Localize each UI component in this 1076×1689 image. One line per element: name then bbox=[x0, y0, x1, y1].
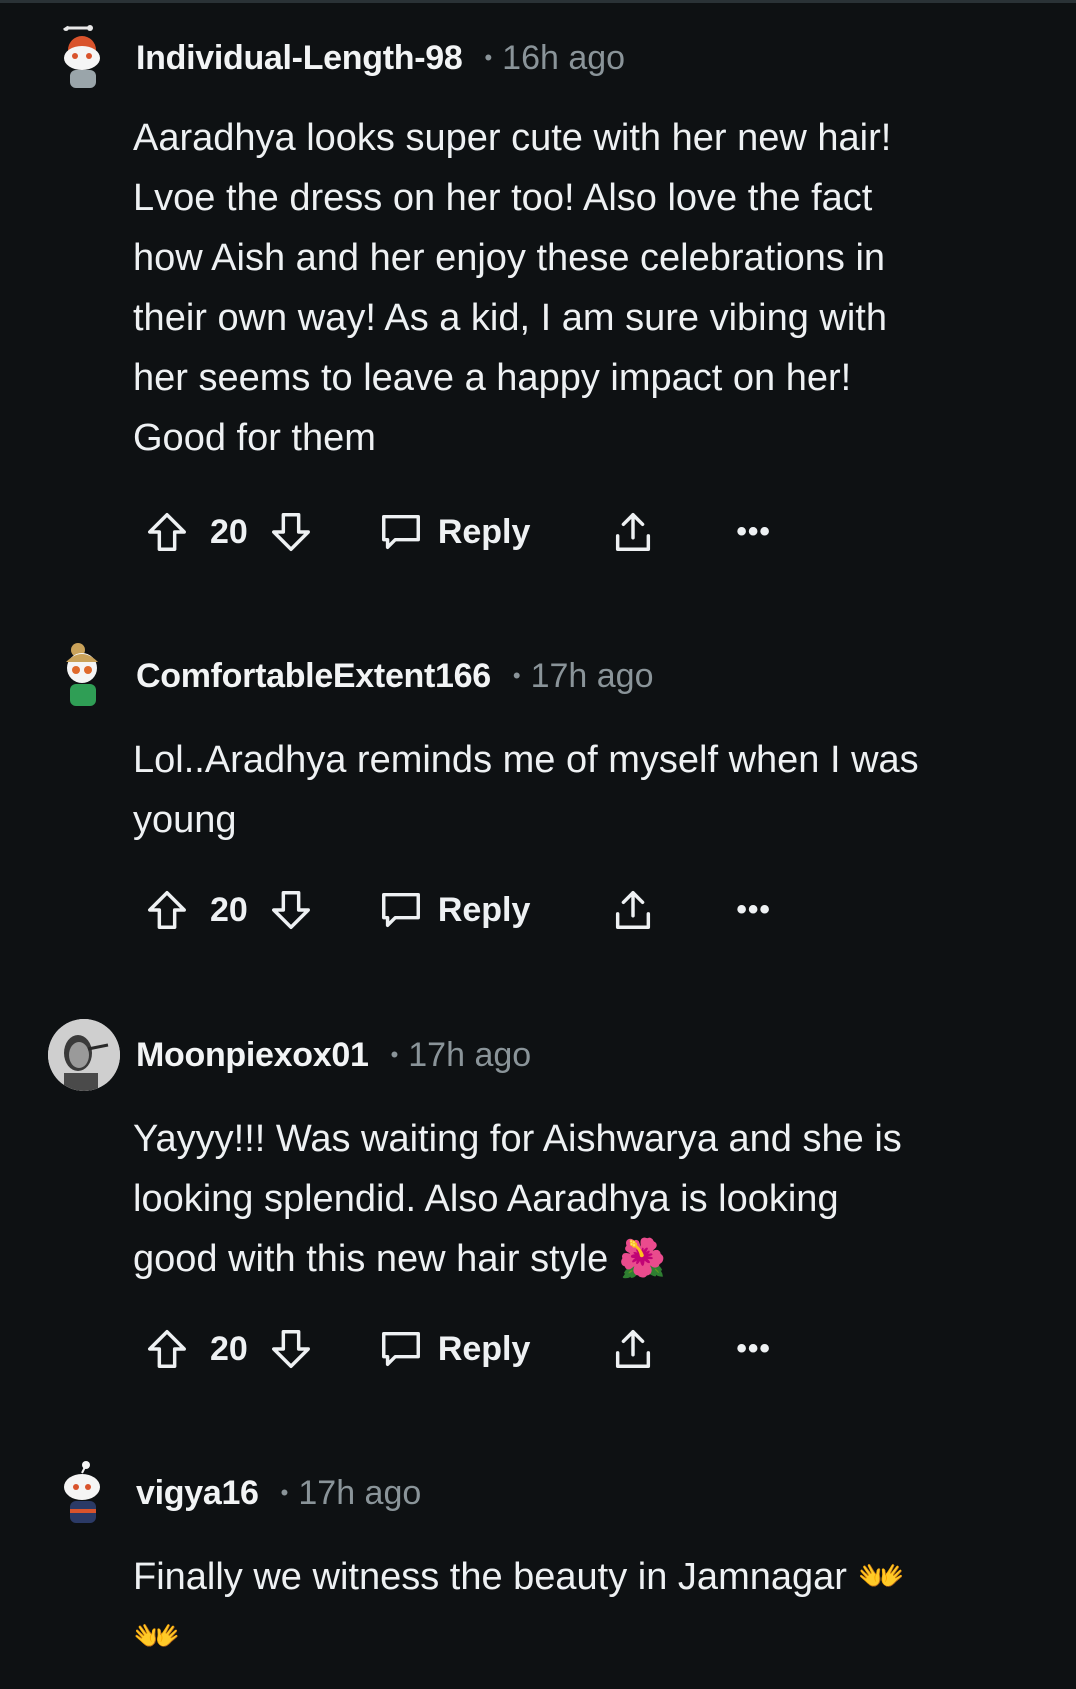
comment-header: Individual-Length-98 • 16h ago bbox=[48, 20, 625, 96]
comment-line: young bbox=[133, 799, 237, 841]
more-options-button[interactable]: ••• bbox=[736, 893, 771, 927]
comment-header: Moonpiexox01 • 17h ago bbox=[48, 1017, 531, 1093]
comment-actions: 20 Reply ••• bbox=[144, 880, 771, 940]
comment-line: looking splendid. Also Aaradhya is looki… bbox=[133, 1178, 839, 1220]
avatar[interactable] bbox=[48, 640, 120, 712]
reply-label: Reply bbox=[437, 512, 531, 551]
comment-line: her seems to leave a happy impact on her… bbox=[133, 357, 852, 399]
share-icon[interactable] bbox=[610, 509, 656, 555]
comment-line: Lvoe the dress on her too! Also love the… bbox=[133, 177, 873, 219]
reply-button[interactable]: Reply bbox=[378, 509, 531, 555]
comment-body: Aaradhya looks super cute with her new h… bbox=[133, 108, 1033, 468]
comment-body: Yayyy!!! Was waiting for Aishwarya and s… bbox=[133, 1109, 1033, 1289]
vote-score: 20 bbox=[210, 512, 248, 551]
reply-label: Reply bbox=[437, 890, 531, 929]
timestamp: 17h ago bbox=[298, 1473, 422, 1512]
comment-line: Finally we witness the beauty in Jamnaga… bbox=[133, 1556, 905, 1598]
top-divider bbox=[0, 0, 1076, 3]
downvote-icon[interactable] bbox=[268, 1326, 314, 1372]
separator-dot: • bbox=[280, 1480, 289, 1505]
upvote-icon[interactable] bbox=[144, 1326, 190, 1372]
vote-score: 20 bbox=[210, 890, 248, 929]
vote-score: 20 bbox=[210, 1329, 248, 1368]
username[interactable]: ComfortableExtent166 bbox=[136, 657, 491, 696]
reply-label: Reply bbox=[437, 1329, 531, 1368]
share-icon[interactable] bbox=[610, 887, 656, 933]
reply-button[interactable]: Reply bbox=[378, 887, 531, 933]
comment-line: Good for them bbox=[133, 417, 376, 459]
comment-body: Finally we witness the beauty in Jamnaga… bbox=[133, 1547, 1033, 1667]
downvote-icon[interactable] bbox=[268, 509, 314, 555]
comment-actions: 20 Reply ••• bbox=[144, 502, 771, 562]
comment-line: Aaradhya looks super cute with her new h… bbox=[133, 117, 892, 159]
comment-header: vigya16 • 17h ago bbox=[48, 1455, 421, 1531]
more-options-button[interactable]: ••• bbox=[736, 515, 771, 549]
avatar[interactable] bbox=[48, 1019, 120, 1091]
reply-icon bbox=[381, 514, 420, 550]
timestamp: 17h ago bbox=[408, 1035, 532, 1074]
comment-line: good with this new hair style 🌺 bbox=[133, 1238, 667, 1280]
share-icon[interactable] bbox=[610, 1326, 656, 1372]
username[interactable]: Individual-Length-98 bbox=[136, 39, 463, 78]
avatar[interactable] bbox=[48, 1457, 120, 1529]
comment-line: Lol..Aradhya reminds me of myself when I… bbox=[133, 739, 919, 781]
comment-actions: 20 Reply ••• bbox=[144, 1319, 771, 1379]
comment-line: 👐 bbox=[133, 1616, 181, 1658]
reply-icon bbox=[381, 892, 420, 928]
separator-dot: • bbox=[512, 663, 521, 688]
more-options-button[interactable]: ••• bbox=[736, 1332, 771, 1366]
comment-body: Lol..Aradhya reminds me of myself when I… bbox=[133, 730, 1033, 850]
reply-icon bbox=[381, 1331, 420, 1367]
separator-dot: • bbox=[484, 45, 493, 70]
timestamp: 17h ago bbox=[530, 656, 654, 695]
comment-line: Yayyy!!! Was waiting for Aishwarya and s… bbox=[133, 1118, 902, 1160]
reply-button[interactable]: Reply bbox=[378, 1326, 531, 1372]
comment-line: how Aish and her enjoy these celebration… bbox=[133, 237, 886, 279]
upvote-icon[interactable] bbox=[144, 887, 190, 933]
comment-line: their own way! As a kid, I am sure vibin… bbox=[133, 297, 887, 339]
separator-dot: • bbox=[390, 1042, 399, 1067]
comment-header: ComfortableExtent166 • 17h ago bbox=[48, 638, 653, 714]
username[interactable]: Moonpiexox01 bbox=[136, 1036, 369, 1075]
upvote-icon[interactable] bbox=[144, 509, 190, 555]
timestamp: 16h ago bbox=[502, 38, 626, 77]
avatar[interactable] bbox=[48, 22, 120, 94]
username[interactable]: vigya16 bbox=[136, 1474, 259, 1513]
downvote-icon[interactable] bbox=[268, 887, 314, 933]
